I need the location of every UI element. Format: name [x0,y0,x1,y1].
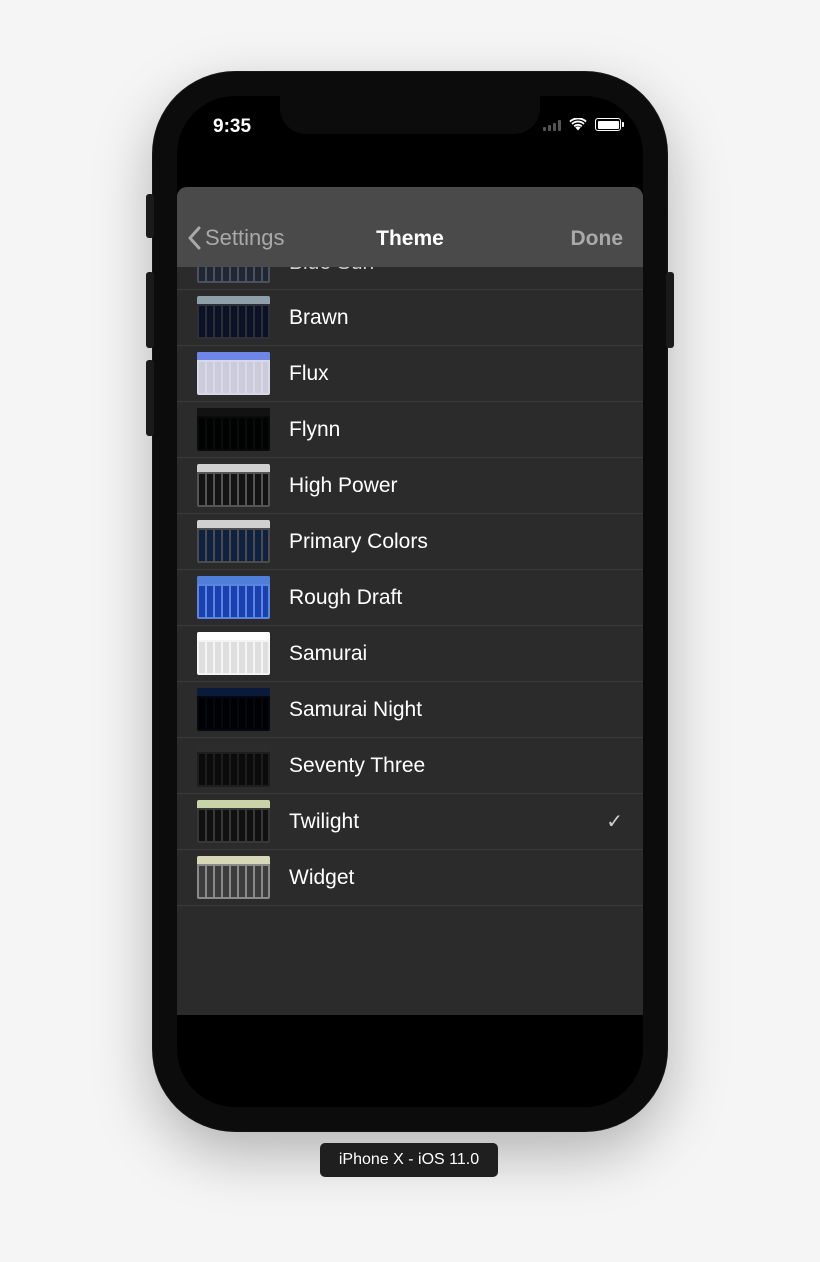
theme-row[interactable]: Rough Draft [177,570,643,626]
theme-row[interactable]: Flynn [177,402,643,458]
theme-sheet: Settings Theme Done Blue Sun Brawn Flux Fly… [177,187,643,1015]
theme-thumbnail [197,632,270,675]
theme-thumbnail [197,520,270,563]
theme-label: Flux [289,361,329,385]
theme-row[interactable]: High Power [177,458,643,514]
checkmark-icon: ✓ [606,811,623,833]
theme-thumbnail [197,800,270,843]
status-time: 9:35 [213,116,252,137]
theme-thumbnail [197,464,270,507]
screen: 9:35 Settings Theme Done Brawn Flux Flyn… [177,96,643,1107]
theme-thumbnail [197,408,270,451]
cellular-signal-icon [543,119,561,131]
theme-label: Primary Colors [289,529,428,553]
power-button [666,272,674,348]
theme-label: Samurai Night [289,697,423,721]
theme-label: High Power [289,473,398,497]
theme-row[interactable]: Samurai Night [177,682,643,738]
theme-thumbnail [197,352,270,395]
theme-label: Brawn [289,305,349,329]
theme-thumbnail [197,856,270,899]
theme-row[interactable]: Blue Sun [177,249,643,290]
theme-thumbnail [197,296,270,339]
theme-row[interactable]: Seventy Three [177,738,643,794]
theme-row[interactable]: Primary Colors [177,514,643,570]
theme-row[interactable]: Brawn [177,290,643,346]
theme-label: Samurai [289,641,368,665]
notch [280,96,540,134]
silent-switch [146,194,154,238]
theme-label: Twilight [289,809,360,833]
device-label: iPhone X - iOS 11.0 [320,1143,498,1177]
theme-row[interactable]: Twilight ✓ [177,794,643,850]
volume-down-button [146,360,154,436]
done-button[interactable]: Done [571,227,624,251]
iphone-frame: 9:35 Settings Theme Done Brawn Flux Flyn… [146,72,674,1131]
theme-label: Seventy Three [289,753,426,777]
status-icons [543,118,624,131]
battery-icon [595,118,624,131]
theme-row[interactable]: Widget [177,850,643,906]
theme-list: Blue Sun Brawn Flux Flynn High Power Primary … [177,249,643,906]
volume-up-button [146,272,154,348]
theme-label: Flynn [289,417,341,441]
theme-label: Rough Draft [289,585,403,609]
navigation-bar: Settings Theme Done [177,187,643,267]
theme-label: Widget [289,865,355,889]
theme-thumbnail [197,744,270,787]
wifi-icon [569,118,587,131]
theme-row[interactable]: Flux [177,346,643,402]
theme-thumbnail [197,688,270,731]
theme-row[interactable]: Samurai [177,626,643,682]
theme-thumbnail [197,576,270,619]
